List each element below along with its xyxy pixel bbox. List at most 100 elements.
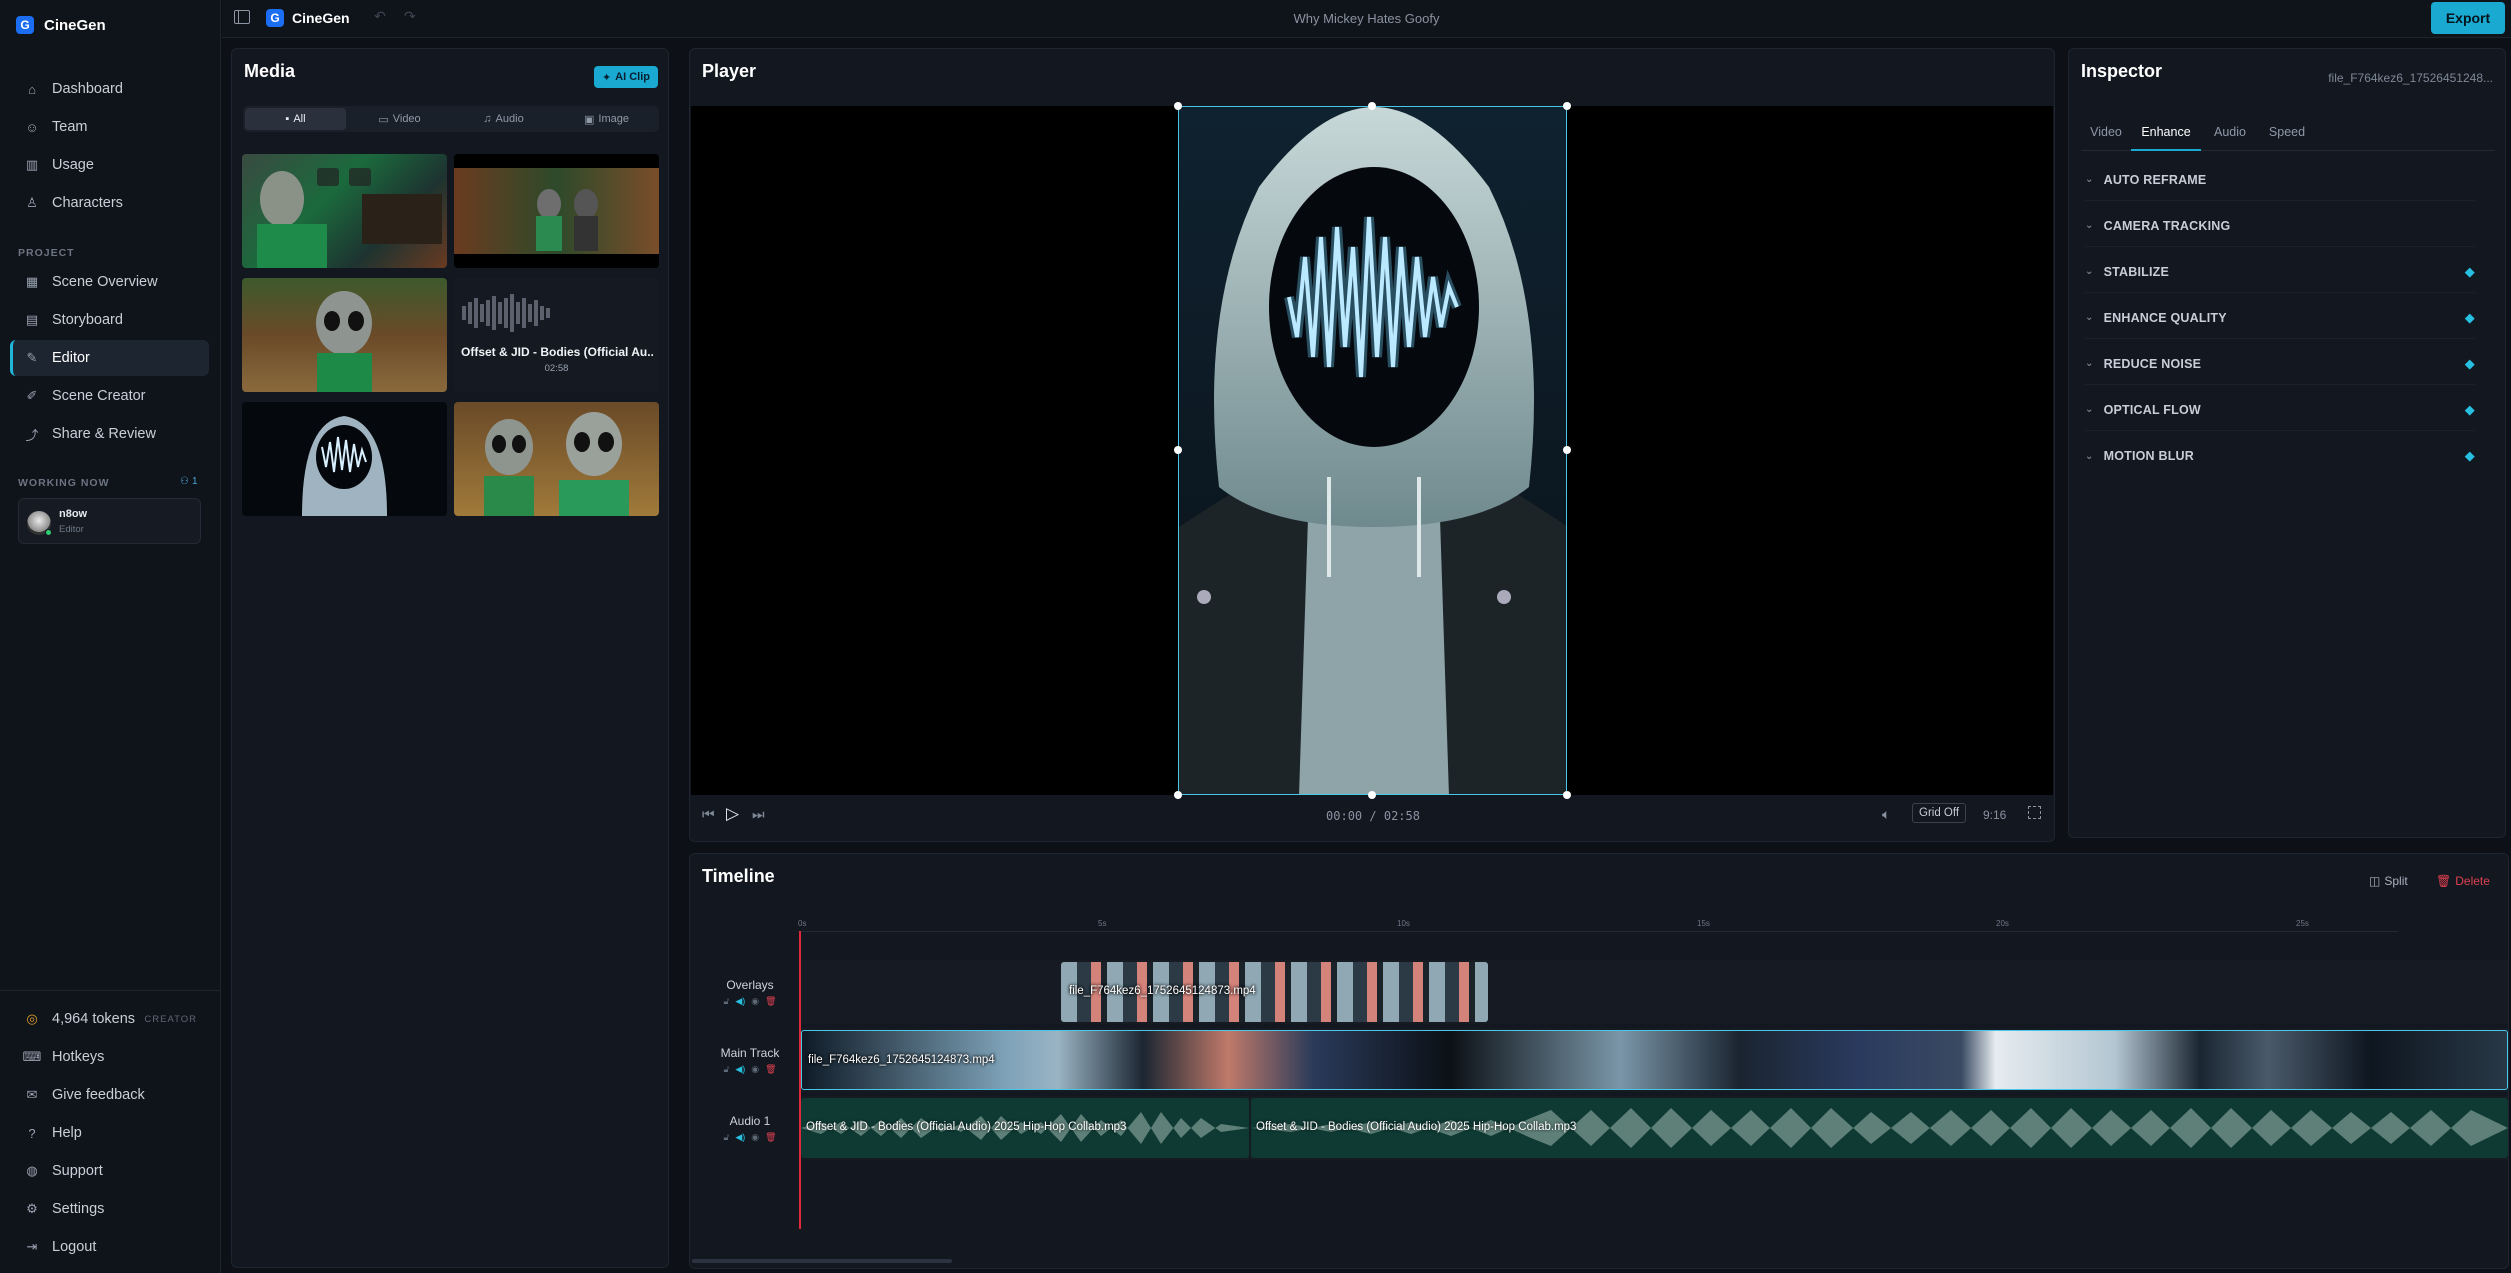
resize-handle[interactable] bbox=[1174, 791, 1182, 799]
ruler-tick: 0s bbox=[798, 919, 807, 928]
video-canvas[interactable] bbox=[691, 102, 2053, 799]
section-enhance-quality[interactable]: ⌄ ENHANCE QUALITY ◆ bbox=[2085, 297, 2475, 339]
grid-toggle-button[interactable]: Grid Off bbox=[1912, 803, 1967, 823]
working-now-count: ⚇ 1 bbox=[180, 476, 198, 487]
resize-handle[interactable] bbox=[1174, 102, 1182, 110]
user-name: n8ow bbox=[59, 508, 88, 520]
nav-scene-creator[interactable]: ✐ Scene Creator bbox=[10, 378, 209, 414]
ai-clip-label: AI Clip bbox=[615, 71, 650, 83]
nav-logout[interactable]: ⇥ Logout bbox=[10, 1229, 209, 1265]
export-button[interactable]: Export bbox=[2431, 2, 2505, 34]
clip-label: Offset & JID - Bodies (Official Audio) 2… bbox=[1256, 1121, 1577, 1133]
nav-give-feedback[interactable]: ✉ Give feedback bbox=[10, 1077, 209, 1113]
media-item-audio[interactable]: Offset & JID - Bodies (Official Au... 02… bbox=[454, 278, 659, 392]
resize-handle[interactable] bbox=[1174, 446, 1182, 454]
nav-share-review[interactable]: ⤴ Share & Review bbox=[10, 416, 209, 452]
resize-handle[interactable] bbox=[1563, 446, 1571, 454]
eye-icon[interactable]: ◉ bbox=[751, 1132, 759, 1143]
nav-storyboard[interactable]: ▤ Storyboard bbox=[10, 302, 209, 338]
token-balance[interactable]: ◎ 4,964 tokens CREATOR bbox=[10, 1001, 209, 1037]
video-frame[interactable] bbox=[1178, 106, 1567, 795]
premium-gem-icon: ◆ bbox=[2464, 263, 2475, 279]
ai-clip-button[interactable]: ✦ AI Clip bbox=[593, 66, 658, 88]
trash-icon[interactable]: 🗑︎ bbox=[765, 1064, 776, 1075]
nav-hotkeys[interactable]: ⌨ Hotkeys bbox=[10, 1039, 209, 1075]
project-title[interactable]: Why Mickey Hates Goofy bbox=[222, 11, 2511, 26]
filter-all[interactable]: ▪ All bbox=[245, 108, 346, 130]
sparkle-icon: ✦ bbox=[601, 71, 612, 84]
split-button[interactable]: ◫ Split bbox=[2369, 874, 2408, 888]
nav-characters[interactable]: ♙ Characters bbox=[10, 185, 209, 221]
audio-clip[interactable]: Offset & JID - Bodies (Official Audio) 2… bbox=[801, 1098, 1249, 1158]
filter-label: Audio bbox=[495, 113, 524, 125]
top-bar: G CineGen ↶ ↷ Why Mickey Hates Goofy Exp… bbox=[222, 0, 2511, 38]
mute-icon[interactable]: ◀) bbox=[735, 1132, 745, 1143]
tab-video[interactable]: Video bbox=[2081, 125, 2131, 139]
track-label-overlays: Overlays bbox=[726, 978, 774, 992]
playhead[interactable] bbox=[799, 931, 801, 1229]
fullscreen-icon[interactable] bbox=[2028, 806, 2041, 819]
mute-icon[interactable]: ◀) bbox=[735, 996, 745, 1007]
resize-handle[interactable] bbox=[1368, 791, 1376, 799]
media-item-image[interactable] bbox=[454, 402, 659, 516]
tab-speed[interactable]: Speed bbox=[2259, 125, 2315, 139]
media-item-image[interactable] bbox=[242, 402, 447, 516]
section-motion-blur[interactable]: ⌄ MOTION BLUR ◆ bbox=[2085, 435, 2475, 477]
resize-handle[interactable] bbox=[1368, 102, 1376, 110]
timeline-scrollbar[interactable] bbox=[692, 1259, 952, 1263]
section-stabilize[interactable]: ⌄ STABILIZE ◆ bbox=[2085, 251, 2475, 293]
nav-usage[interactable]: ▥ Usage bbox=[10, 147, 209, 183]
section-auto-reframe[interactable]: ⌄ AUTO REFRAME bbox=[2085, 159, 2475, 201]
resize-handle[interactable] bbox=[1563, 791, 1571, 799]
lock-icon[interactable]: 🔓︎ bbox=[723, 1132, 729, 1143]
time-separator: / bbox=[1369, 809, 1384, 823]
filter-video[interactable]: ▭ Video bbox=[349, 108, 450, 130]
trash-icon[interactable]: 🗑︎ bbox=[765, 1132, 776, 1143]
volume-icon[interactable]: 🔈︎ bbox=[1882, 806, 1890, 823]
audio-clip[interactable]: Offset & JID - Bodies (Official Audio) 2… bbox=[1251, 1098, 2508, 1158]
tab-enhance[interactable]: Enhance bbox=[2131, 125, 2201, 151]
overlay-clip[interactable]: file_F764kez6_17526451248​73.mp4 bbox=[1061, 962, 1488, 1022]
divider bbox=[0, 990, 221, 991]
nav-support[interactable]: ◍ Support bbox=[10, 1153, 209, 1189]
chevron-down-icon: ⌄ bbox=[2085, 312, 2094, 323]
brand[interactable]: G CineGen bbox=[16, 16, 106, 34]
nav-settings[interactable]: ⚙ Settings bbox=[10, 1191, 209, 1227]
section-camera-tracking[interactable]: ⌄ CAMERA TRACKING bbox=[2085, 205, 2475, 247]
working-now-label: WORKING NOW bbox=[18, 477, 110, 489]
user-card[interactable]: n8ow Editor bbox=[18, 498, 201, 544]
timeline-panel: Timeline ◫ Split 🗑︎ Delete 0s 5s 10s 15s 2… bbox=[689, 853, 2509, 1269]
resize-handle[interactable] bbox=[1563, 102, 1571, 110]
delete-button[interactable]: 🗑︎ Delete bbox=[2436, 874, 2490, 888]
section-optical-flow[interactable]: ⌄ OPTICAL FLOW ◆ bbox=[2085, 389, 2475, 431]
filter-image[interactable]: ▣ Image bbox=[556, 108, 657, 130]
nav-help[interactable]: ? Help bbox=[10, 1115, 209, 1151]
media-item-image[interactable] bbox=[242, 278, 447, 392]
media-item-video[interactable] bbox=[242, 154, 447, 268]
tab-audio[interactable]: Audio bbox=[2205, 125, 2255, 139]
media-item-video[interactable] bbox=[454, 154, 659, 268]
main-clip[interactable]: file_F764kez6_17526451248​73.mp4 bbox=[801, 1030, 2508, 1090]
nav-scene-overview[interactable]: ▦ Scene Overview bbox=[10, 264, 209, 300]
mute-icon[interactable]: ◀) bbox=[735, 1064, 745, 1075]
tokens-value: 4,964 tokens bbox=[52, 1011, 136, 1027]
nav-team[interactable]: ☺ Team bbox=[10, 109, 209, 145]
aspect-ratio[interactable]: 9:16 bbox=[1983, 808, 2006, 822]
premium-gem-icon: ◆ bbox=[2464, 309, 2475, 325]
section-reduce-noise[interactable]: ⌄ REDUCE NOISE ◆ bbox=[2085, 343, 2475, 385]
lock-icon[interactable]: 🔓︎ bbox=[723, 1064, 729, 1075]
filter-audio[interactable]: ♫ Audio bbox=[453, 108, 554, 130]
trash-icon[interactable]: 🗑︎ bbox=[765, 996, 776, 1007]
ruler-tick: 5s bbox=[1098, 919, 1107, 928]
nav-editor[interactable]: ✎ Editor bbox=[10, 340, 209, 376]
edit-icon: ✎ bbox=[26, 350, 38, 365]
music-icon: ♫ bbox=[483, 113, 492, 125]
nav-dashboard[interactable]: ⌂ Dashboard bbox=[10, 71, 209, 107]
online-status-dot bbox=[45, 529, 52, 536]
lock-icon[interactable]: 🔓︎ bbox=[723, 996, 729, 1007]
eye-icon[interactable]: ◉ bbox=[751, 1064, 759, 1075]
timeline-ruler[interactable]: 0s 5s 10s 15s 20s 25s bbox=[798, 919, 2508, 941]
feedback-icon: ✉ bbox=[26, 1087, 38, 1102]
chevron-down-icon: ⌄ bbox=[2085, 358, 2094, 369]
eye-icon[interactable]: ◉ bbox=[751, 996, 759, 1007]
